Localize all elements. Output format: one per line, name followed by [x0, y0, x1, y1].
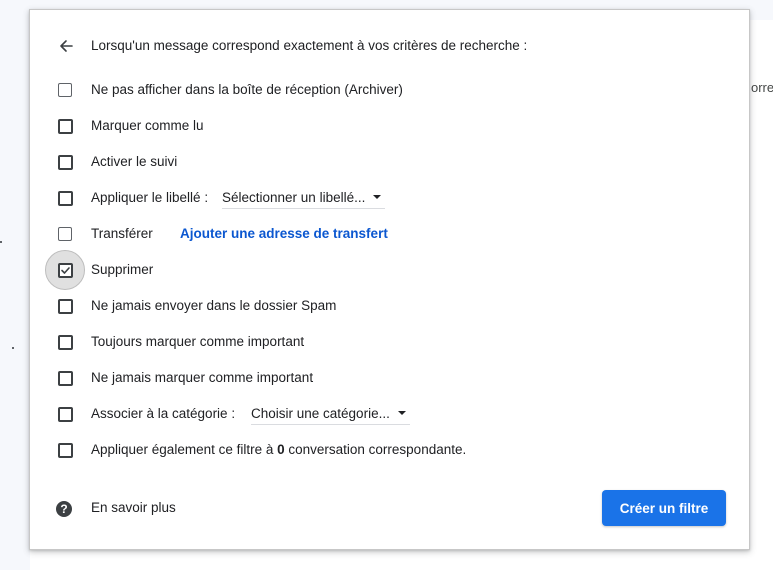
background-mark: [12, 347, 14, 349]
filter-actions-dialog: Lorsqu'un message correspond exactement …: [29, 9, 750, 550]
apply-existing-prefix: Appliquer également ce filtre à: [91, 442, 278, 457]
option-apply-label: Appliquer le libellé : Sélectionner un l…: [30, 186, 730, 210]
checkmark-icon: [61, 267, 70, 274]
forward-checkbox[interactable]: [58, 227, 72, 241]
option-always-important: Toujours marquer comme important: [30, 330, 730, 354]
option-delete: Supprimer: [30, 250, 730, 290]
always-important-checkbox[interactable]: [58, 335, 73, 350]
apply-existing-label: Appliquer également ce filtre à 0 conver…: [91, 442, 466, 457]
apply-existing-checkbox[interactable]: [58, 443, 73, 458]
categorize-label: Associer à la catégorie :: [91, 406, 236, 421]
category-select[interactable]: Choisir une catégorie...: [251, 402, 410, 425]
label-select-value: Sélectionner un libellé...: [222, 189, 366, 205]
help-button[interactable]: ?: [54, 499, 74, 519]
never-spam-label: Ne jamais envoyer dans le dossier Spam: [91, 298, 337, 313]
dropdown-arrow-icon: [397, 411, 406, 415]
apply-existing-suffix: conversation correspondante.: [284, 442, 467, 457]
delete-label: Supprimer: [91, 262, 154, 277]
option-archive: Ne pas afficher dans la boîte de récepti…: [30, 78, 730, 102]
categorize-checkbox[interactable]: [58, 407, 73, 422]
delete-checkbox[interactable]: [58, 263, 73, 278]
label-select[interactable]: Sélectionner un libellé...: [222, 186, 386, 209]
forward-label: Transférer: [91, 226, 153, 241]
category-select-value: Choisir une catégorie...: [251, 405, 390, 421]
never-important-checkbox[interactable]: [58, 371, 73, 386]
add-forwarding-address-link[interactable]: Ajouter une adresse de transfert: [180, 226, 388, 241]
archive-label: Ne pas afficher dans la boîte de récepti…: [91, 82, 403, 97]
create-filter-button[interactable]: Créer un filtre: [602, 490, 726, 526]
option-categorize: Associer à la catégorie : Choisir une ca…: [30, 402, 730, 426]
never-spam-checkbox[interactable]: [58, 299, 73, 314]
arrow-back-icon: [60, 40, 73, 52]
matching-count: 0: [277, 442, 285, 457]
back-button[interactable]: [54, 34, 78, 58]
apply-label-checkbox[interactable]: [58, 191, 73, 206]
dropdown-arrow-icon: [373, 195, 382, 199]
option-apply-existing: Appliquer également ce filtre à 0 conver…: [30, 438, 730, 462]
star-label: Activer le suivi: [91, 154, 178, 169]
apply-label-label: Appliquer le libellé :: [91, 190, 209, 205]
mark-read-checkbox[interactable]: [58, 119, 73, 134]
star-checkbox[interactable]: [58, 155, 73, 170]
help-circle-icon: ?: [56, 501, 72, 517]
background-mark: [0, 241, 2, 243]
always-important-label: Toujours marquer comme important: [91, 334, 305, 349]
archive-checkbox[interactable]: [58, 83, 72, 97]
option-never-important: Ne jamais marquer comme important: [30, 366, 730, 390]
mark-read-label: Marquer comme lu: [91, 118, 204, 133]
learn-more-link[interactable]: En savoir plus: [91, 500, 176, 515]
dialog-description: Lorsqu'un message correspond exactement …: [91, 38, 528, 53]
option-never-spam: Ne jamais envoyer dans le dossier Spam: [30, 294, 730, 318]
option-mark-read: Marquer comme lu: [30, 114, 730, 138]
background-clipped-text: orre: [751, 80, 773, 95]
option-star: Activer le suivi: [30, 150, 730, 174]
option-forward: Transférer Ajouter une adresse de transf…: [30, 222, 730, 246]
never-important-label: Ne jamais marquer comme important: [91, 370, 314, 385]
